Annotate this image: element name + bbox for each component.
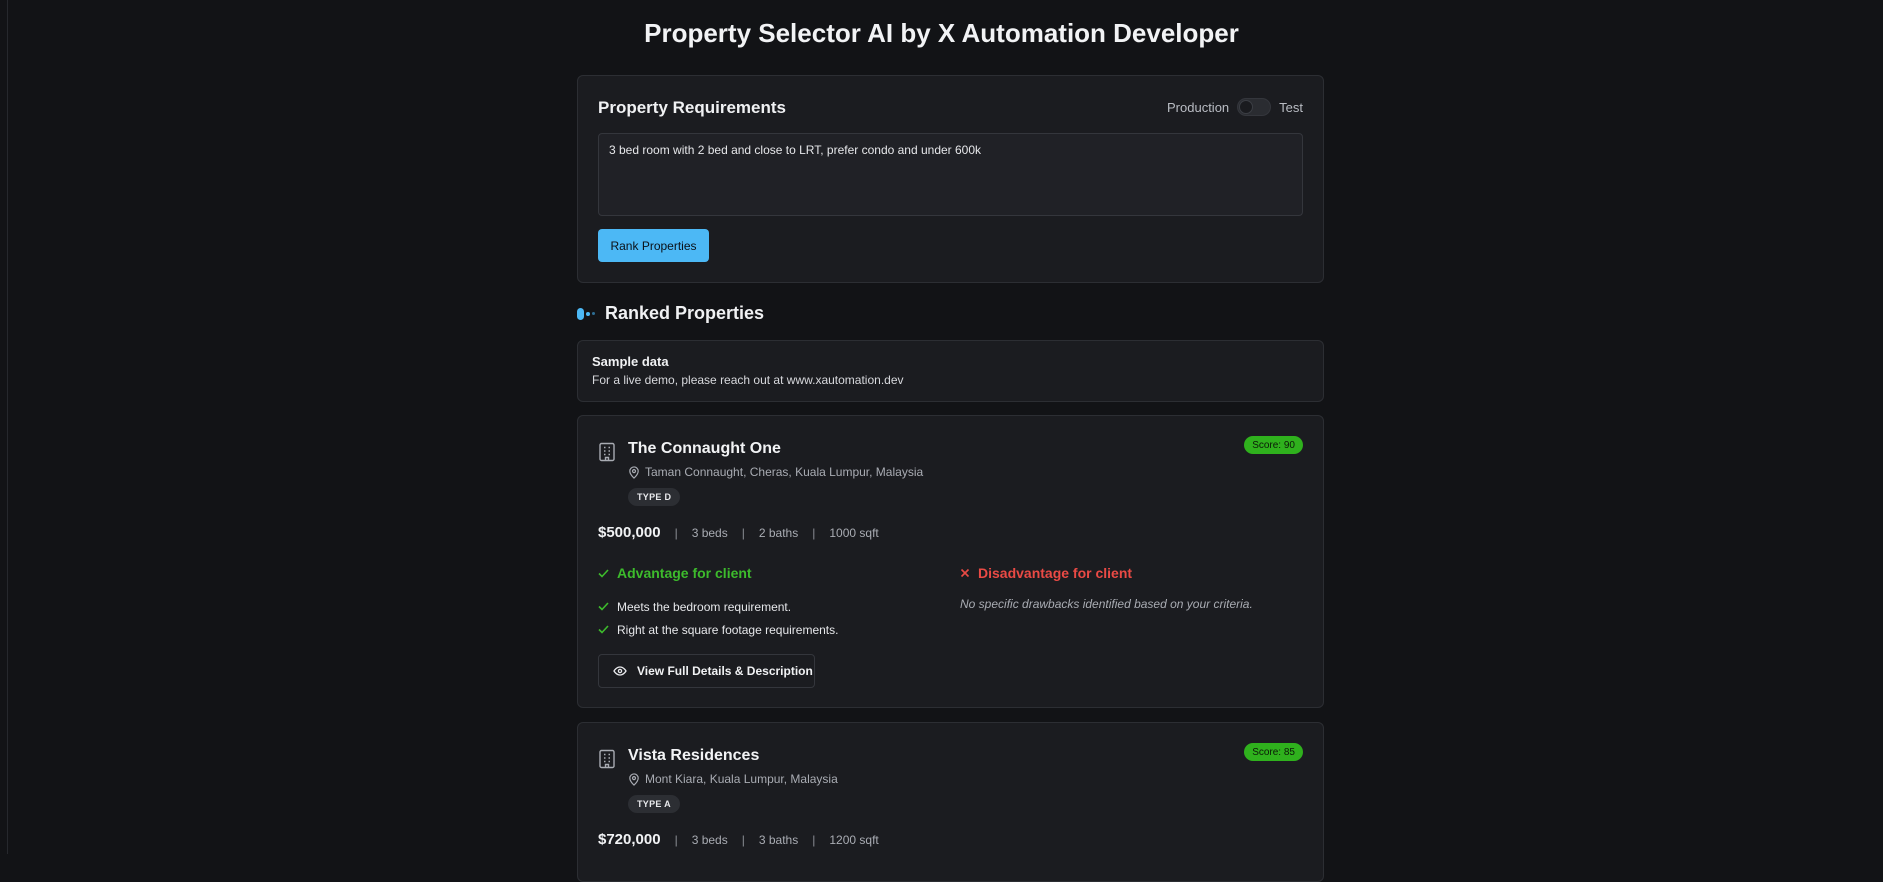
property-specs: $500,000 | 3 beds | 2 baths | 1000 sqft — [598, 524, 879, 541]
score-badge: Score: 90 — [1244, 436, 1303, 454]
check-icon — [598, 602, 609, 611]
requirements-title: Property Requirements — [598, 98, 786, 117]
property-name: Vista Residences — [628, 747, 760, 764]
property-sqft: 1000 sqft — [829, 525, 879, 540]
map-pin-icon — [629, 772, 639, 786]
property-beds: 3 beds — [691, 525, 728, 540]
property-name: The Connaught One — [628, 440, 781, 457]
toggle-label-test: Test — [1279, 99, 1303, 115]
window-edge — [7, 0, 8, 854]
property-location-text: Taman Connaught, Cheras, Kuala Lumpur, M… — [645, 465, 924, 479]
sample-data-title: Sample data — [592, 354, 669, 369]
property-location: Taman Connaught, Cheras, Kuala Lumpur, M… — [628, 465, 923, 479]
rank-properties-button[interactable]: Rank Properties — [598, 229, 709, 262]
building-icon — [599, 749, 615, 769]
advantages-section: Advantage for client Meets the bedroom r… — [598, 565, 948, 641]
advantages-heading: Advantage for client — [598, 565, 948, 581]
x-icon — [960, 568, 970, 578]
property-location-text: Mont Kiara, Kuala Lumpur, Malaysia — [645, 772, 838, 786]
map-pin-icon — [629, 465, 639, 479]
property-location: Mont Kiara, Kuala Lumpur, Malaysia — [628, 772, 838, 786]
property-baths: 3 baths — [758, 832, 799, 847]
loading-indicator-icon — [577, 307, 597, 320]
ranked-properties-title: Ranked Properties — [605, 303, 765, 323]
view-details-label: View Full Details & Description — [637, 664, 813, 678]
view-details-button[interactable]: View Full Details & Description — [598, 654, 815, 688]
advantage-item: Meets the bedroom requirement. — [598, 595, 948, 618]
eye-icon — [613, 666, 627, 676]
sample-data-text: For a live demo, please reach out at www… — [592, 373, 904, 387]
switch-knob — [1239, 100, 1254, 114]
property-card: Vista Residences Mont Kiara, Kuala Lumpu… — [577, 722, 1324, 882]
disadvantages-title: Disadvantage for client — [978, 565, 1133, 581]
property-price: $500,000 — [598, 524, 661, 541]
property-price: $720,000 — [598, 831, 661, 848]
check-icon — [598, 625, 609, 634]
score-badge: Score: 85 — [1244, 743, 1303, 761]
property-type-badge: TYPE A — [628, 795, 680, 813]
requirements-textarea[interactable]: 3 bed room with 2 bed and close to LRT, … — [598, 133, 1303, 216]
property-type-badge: TYPE D — [628, 488, 681, 506]
sample-data-notice: Sample data For a live demo, please reac… — [577, 340, 1324, 402]
property-baths: 2 baths — [758, 525, 799, 540]
toggle-label-production: Production — [1167, 99, 1230, 115]
environment-toggle: Production Test — [1167, 98, 1303, 116]
disadvantages-heading: Disadvantage for client — [960, 565, 1300, 581]
advantages-title: Advantage for client — [617, 565, 752, 581]
no-drawbacks-text: No specific drawbacks identified based o… — [960, 597, 1253, 611]
property-beds: 3 beds — [691, 832, 728, 847]
property-card: The Connaught One Taman Connaught, Chera… — [577, 415, 1324, 708]
property-specs: $720,000 | 3 beds | 3 baths | 1200 sqft — [598, 831, 879, 848]
disadvantages-section: Disadvantage for client No specific draw… — [960, 565, 1300, 611]
advantage-text: Right at the square footage requirements… — [617, 622, 839, 637]
advantage-text: Meets the bedroom requirement. — [617, 599, 792, 614]
page-title: Property Selector AI by X Automation Dev… — [644, 18, 1239, 48]
environment-switch[interactable] — [1237, 98, 1272, 116]
ranked-properties-header: Ranked Properties — [577, 303, 764, 324]
property-sqft: 1200 sqft — [829, 832, 879, 847]
advantages-list: Meets the bedroom requirement. Right at … — [598, 595, 948, 641]
check-icon — [598, 568, 609, 578]
building-icon — [599, 442, 615, 462]
requirements-panel: Property Requirements Production Test 3 … — [577, 75, 1324, 283]
advantage-item: Right at the square footage requirements… — [598, 618, 948, 641]
